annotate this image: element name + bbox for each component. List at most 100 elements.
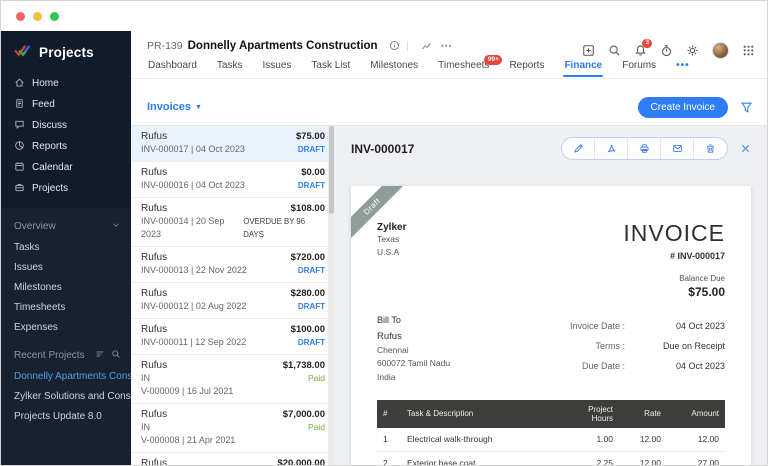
tab-badge: 99+: [484, 55, 503, 65]
settings-gear-icon[interactable]: [686, 44, 699, 57]
project-title: Donnelly Apartments Construction: [187, 39, 378, 52]
project-more-icon[interactable]: ⋯: [441, 39, 453, 52]
search-icon[interactable]: [608, 44, 621, 57]
tab-milestones[interactable]: Milestones: [369, 56, 419, 77]
tab-dashboard[interactable]: Dashboard: [147, 56, 198, 77]
app-logo[interactable]: Projects: [1, 31, 131, 73]
sidebar-item-issues[interactable]: Issues: [1, 257, 131, 277]
sidebar-item-expenses[interactable]: Expenses: [1, 317, 131, 337]
invoice-amount: $0.00: [301, 167, 325, 178]
sidebar-item-timesheets[interactable]: Timesheets: [1, 297, 131, 317]
delete-button[interactable]: [694, 138, 727, 159]
invoice-list-panel: Rufus $75.00 INV-000017 | 04 Oct 2023 DRAFT…: [131, 126, 335, 466]
invoice-row-line: Rufus $1,738.00: [141, 359, 325, 372]
tab-reports[interactable]: Reports: [508, 56, 545, 77]
email-button[interactable]: [661, 138, 694, 159]
print-button[interactable]: [628, 138, 661, 159]
invoice-list-item[interactable]: Rufus $0.00 INV-000016 | 04 Oct 2023 DRAFT: [131, 162, 335, 198]
tab-timesheets[interactable]: Timesheets 99+: [437, 55, 503, 77]
sidebar-primary-section: Projects Home Feed Discuss Reports Calendar P…: [1, 31, 131, 208]
edit-button[interactable]: [562, 138, 595, 159]
bill-to-name: Rufus: [377, 331, 402, 342]
tab-forums[interactable]: Forums: [621, 56, 657, 77]
sidebar-overview-header[interactable]: Overview: [1, 216, 131, 237]
list-scrollbar-thumb[interactable]: [329, 126, 334, 214]
quick-add-icon[interactable]: [582, 44, 595, 57]
search-projects-icon[interactable]: [111, 349, 121, 362]
sidebar-item-milestones[interactable]: Milestones: [1, 277, 131, 297]
invoice-status: Paid: [307, 373, 325, 383]
projects-logo-icon: [13, 43, 32, 61]
sidebar-item-home[interactable]: Home: [1, 73, 131, 94]
table-header-cell: Rate: [619, 399, 667, 428]
window-zoom-button[interactable]: [50, 11, 59, 21]
overview-items: Tasks Issues Milestones Timesheets Expenses: [1, 237, 131, 337]
invoices-view-selector[interactable]: Invoices ▼: [147, 89, 202, 125]
invoice-list-item[interactable]: Rufus $100.00 INV-000011 | 12 Sep 2022 DRAF…: [131, 319, 335, 355]
invoice-list-item[interactable]: Rufus $108.00 INV-000014 | 20 Sep 2023 OVER…: [131, 198, 335, 247]
table-cell: Electrical walk-through: [401, 427, 573, 452]
apps-grid-icon[interactable]: [742, 44, 755, 57]
sidebar-item-feed[interactable]: Feed: [1, 94, 131, 115]
sidebar-secondary-section: Overview Tasks Issues Milestones Timesheets…: [1, 208, 131, 465]
tab-tasks[interactable]: Tasks: [216, 56, 244, 77]
close-icon[interactable]: [740, 143, 751, 154]
sidebar-main-nav: Home Feed Discuss Reports Calendar Projects: [1, 73, 131, 199]
invoice-list-item[interactable]: Rufus $7,000.00 IN Paid V-000008 | 21 Apr 20…: [131, 404, 335, 453]
filter-funnel-icon[interactable]: [740, 101, 753, 114]
global-actions: 3: [582, 39, 755, 59]
recent-project-item[interactable]: Donnelly Apartments Cons: [1, 366, 131, 386]
email-icon: [672, 143, 683, 154]
recent-project-item[interactable]: Zylker Solutions and Constr: [1, 386, 131, 406]
invoice-status: DRAFT: [297, 266, 325, 275]
balance-due-label: Balance Due: [679, 274, 725, 283]
sidebar-item-reports[interactable]: Reports: [1, 136, 131, 157]
invoice-list-item[interactable]: Rufus $75.00 INV-000017 | 04 Oct 2023 DRAFT: [131, 126, 335, 162]
window-close-button[interactable]: [16, 11, 25, 21]
invoice-row-line: Rufus $100.00: [141, 323, 325, 336]
invoice-list-item[interactable]: Rufus $720.00 INV-000013 | 22 Nov 2022 DRAF…: [131, 247, 335, 283]
invoice-client: Rufus: [141, 167, 168, 178]
timer-icon[interactable]: [660, 44, 673, 57]
info-icon[interactable]: [389, 40, 400, 51]
table-cell: 27.00: [667, 451, 725, 465]
invoice-row-line: Rufus $280.00: [141, 287, 325, 300]
tab-finance[interactable]: Finance: [563, 56, 604, 77]
invoice-row-line: V-000009 | 16 Jul 2021: [141, 385, 325, 398]
tab-task-list[interactable]: Task List: [310, 56, 351, 77]
tab--[interactable]: •••: [675, 56, 691, 77]
home-icon: [14, 77, 25, 91]
sidebar-item-discuss[interactable]: Discuss: [1, 115, 131, 136]
window-minimize-button[interactable]: [33, 11, 42, 21]
tab-issues[interactable]: Issues: [261, 56, 292, 77]
pdf-button[interactable]: [595, 138, 628, 159]
invoice-client: Rufus: [141, 252, 168, 263]
invoice-client: Rufus: [141, 131, 168, 142]
invoice-number-date: INV-000014 | 20 Sep 2023: [141, 216, 225, 239]
invoice-list-item[interactable]: Rufus $280.00 INV-000012 | 02 Aug 2022 DRAF…: [131, 283, 335, 319]
user-avatar[interactable]: [712, 42, 729, 59]
recent-project-item[interactable]: Projects Update 8.0: [1, 406, 131, 426]
invoice-list-item[interactable]: Rufus $1,738.00 IN Paid V-000009 | 16 Jul 20…: [131, 355, 335, 404]
sidebar-item-projects[interactable]: Projects: [1, 178, 131, 199]
sort-icon[interactable]: [95, 349, 105, 362]
table-cell: 12.00: [619, 451, 667, 465]
invoice-detail-header: INV-000017: [335, 126, 767, 160]
sidebar-item-calendar[interactable]: Calendar: [1, 157, 131, 178]
table-cell: 12.00: [619, 427, 667, 452]
table-cell: Exterior base coat: [401, 451, 573, 465]
bill-to-address-line: Chennai: [377, 345, 409, 356]
invoice-row-line: Rufus $108.00: [141, 202, 325, 215]
invoice-number: IN: [141, 373, 150, 383]
line-items-table: # Task & Description Project Hours Rate Amou…: [377, 399, 725, 465]
list-scrollbar[interactable]: [328, 126, 335, 465]
invoice-list-item[interactable]: Rufus$20,000.00INPaidV-000007 | 21 Apr 2…: [131, 453, 335, 466]
sidebar-item-tasks[interactable]: Tasks: [1, 237, 131, 257]
invoice-amount: $1,738.00: [282, 360, 325, 371]
table-header-cell: Project Hours: [573, 399, 619, 428]
create-invoice-button[interactable]: Create Invoice: [637, 96, 728, 118]
invoice-client: Rufus: [141, 458, 168, 466]
invoice-client: Rufus: [141, 409, 168, 420]
notifications-bell-icon[interactable]: 3: [634, 39, 652, 57]
activity-chart-icon[interactable]: [421, 40, 432, 51]
